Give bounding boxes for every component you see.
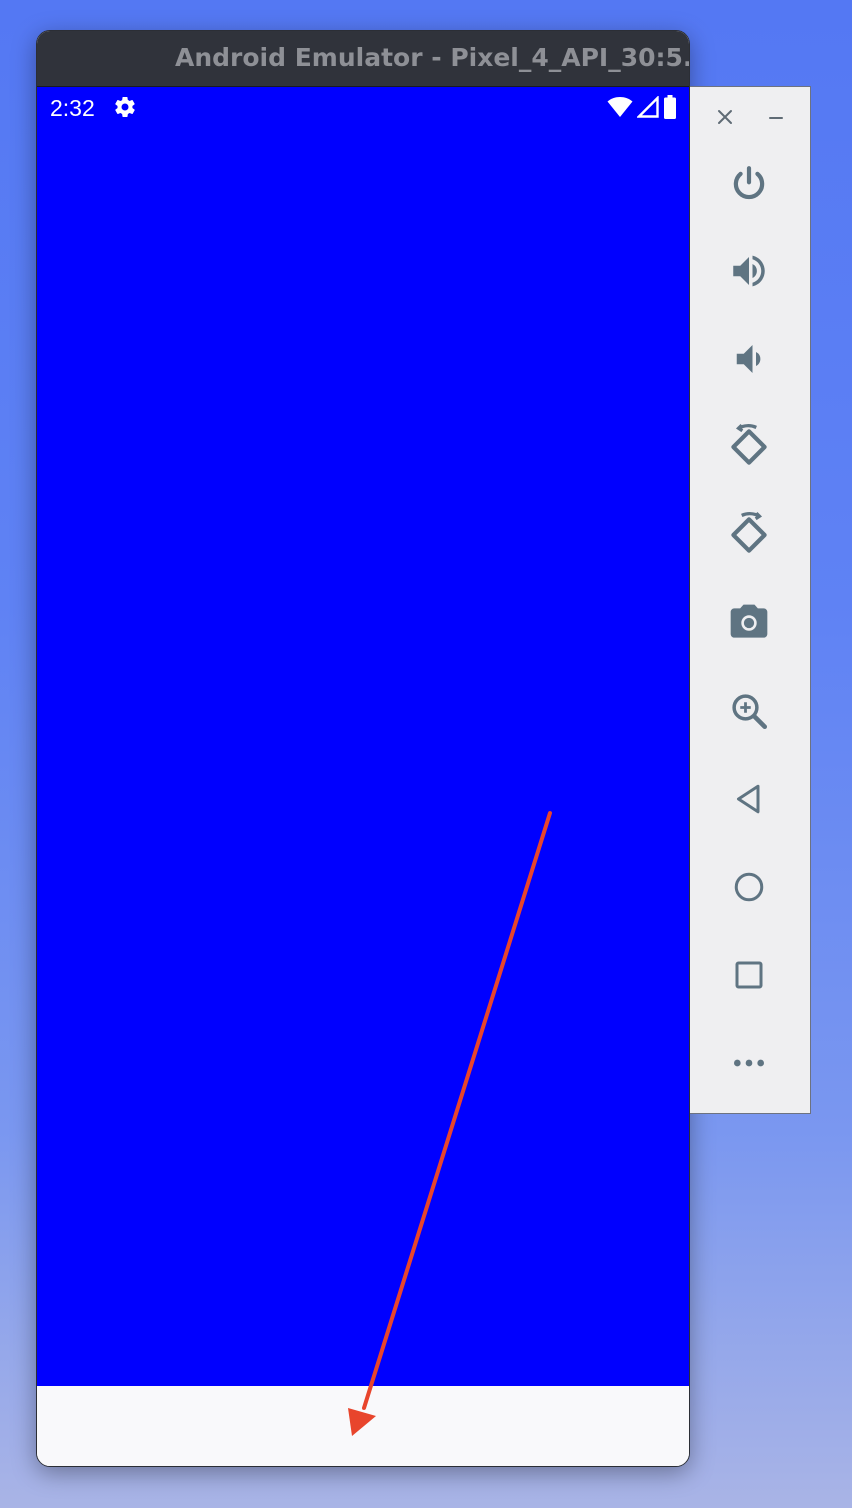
volume-up-icon [733,255,765,287]
volume-down-icon [736,345,761,373]
zoom-button[interactable] [722,684,776,738]
home-button[interactable] [722,860,776,914]
device-screen[interactable]: 2:32 [37,87,689,1386]
close-icon[interactable] [712,104,738,130]
back-button[interactable] [722,772,776,826]
navigation-area [37,1386,689,1466]
window-title-bar[interactable]: Android Emulator - Pixel_4_API_30:5... [37,31,689,87]
power-icon [733,166,765,200]
power-button[interactable] [722,157,776,211]
window-title: Android Emulator - Pixel_4_API_30:5... [175,43,690,72]
status-bar: 2:32 [37,87,689,127]
rotate-right-button[interactable] [722,508,776,562]
screenshot-button[interactable] [722,596,776,650]
battery-icon [664,95,676,119]
emulator-side-toolbar [690,86,811,1114]
more-button[interactable] [722,1036,776,1090]
overview-icon [735,961,763,989]
status-time: 2:32 [50,95,95,121]
volume-down-button[interactable] [722,332,776,386]
overview-button[interactable] [722,948,776,1002]
emulator-window: Android Emulator - Pixel_4_API_30:5... 2… [36,30,690,1467]
minimize-icon[interactable] [763,104,789,130]
back-icon [737,784,760,814]
volume-up-button[interactable] [722,244,776,298]
rotate-left-icon [731,423,767,465]
rotate-left-button[interactable] [722,420,776,474]
home-icon [734,872,764,902]
more-icon [734,1059,764,1067]
status-icons [607,95,677,119]
camera-icon [730,604,768,638]
settings-gear-icon [115,97,135,118]
wifi-icon [607,97,633,117]
rotate-right-icon [731,511,767,553]
signal-icon [637,96,659,118]
zoom-icon [732,694,768,730]
